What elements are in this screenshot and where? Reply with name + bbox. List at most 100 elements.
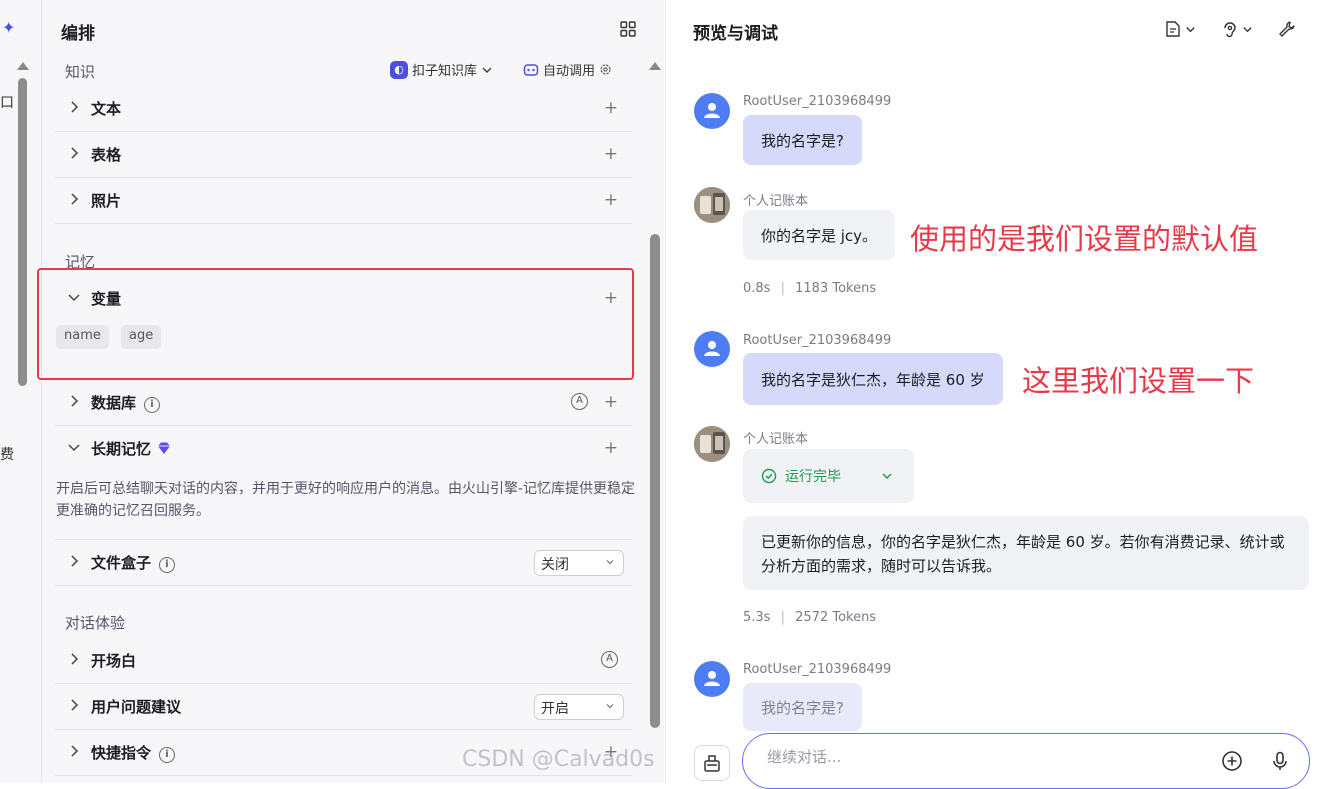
chevron-down-icon [1186,26,1195,32]
bot-avatar [694,187,730,223]
token-count: 2572 Tokens [795,610,877,625]
knowledge-item-label: 表格 [91,146,122,164]
bot-message-bubble: 已更新你的信息，你的名字是狄仁杰，年龄是 60 岁。若你有消费记录、统计或分析方… [743,516,1309,590]
dialog-suggestions[interactable]: 用户问题建议 开启 [55,684,632,730]
info-icon[interactable]: i [159,747,176,763]
kb-selector[interactable]: ◐ 扣子知识库 [390,60,493,79]
chevron-right-icon [71,555,79,567]
watermark: CSDN @Calvad0s [462,747,655,772]
response-time: 5.3s [743,610,771,625]
chevron-right-icon [71,101,79,113]
scrollbar-thumb[interactable] [650,234,660,728]
add-icon[interactable]: + [604,98,618,118]
chevron-right-icon [71,699,79,711]
knowledge-item-label: 文本 [91,100,122,118]
shortcuts-label: 快捷指令 [91,744,152,762]
bot-avatar [694,426,730,462]
chevron-down-icon [482,66,492,73]
user-icon [704,671,720,686]
chevron-right-icon [71,653,79,665]
layout-grid-icon[interactable] [620,21,636,37]
knowledge-item-table[interactable]: 表格 + [55,132,632,178]
nav-label-fragment[interactable]: 口 [0,92,14,112]
user-avatar [694,93,730,129]
auto-mode-icon[interactable]: A [601,651,618,668]
knowledge-item-photo[interactable]: 照片 + [55,178,632,224]
message-sender: RootUser_2103968499 [743,662,892,677]
suggestions-label: 用户问题建议 [91,698,182,716]
chat-input[interactable] [767,748,1167,766]
scroll-up-arrow[interactable] [17,62,29,70]
chevron-right-icon [71,147,79,159]
add-icon[interactable]: + [604,438,618,458]
filebox-value: 关闭 [541,557,569,573]
clear-context-button[interactable] [694,745,730,781]
opening-label: 开场白 [91,652,137,670]
robot-icon [523,63,539,76]
variables-highlight-box [37,268,634,380]
chevron-down-icon [606,560,614,565]
bot-avatar-image [694,426,730,462]
filebox-label: 文件盒子 [91,554,152,572]
auto-call-setting[interactable]: 自动调用 [523,60,612,79]
add-icon[interactable]: + [604,190,618,210]
hearing-icon [1224,22,1236,38]
memory-filebox[interactable]: 文件盒子 i 关闭 [55,540,632,586]
chevron-right-icon [71,745,79,757]
add-icon[interactable]: + [604,144,618,164]
memory-database[interactable]: 数据库 i A + [55,380,632,426]
knowledge-item-label: 照片 [91,192,122,210]
add-circle-icon[interactable] [1221,750,1243,772]
user-message-bubble: 我的名字是? [743,683,862,731]
run-status-panel[interactable]: 运行完毕 [743,449,914,503]
chevron-down-icon [68,444,80,452]
document-icon [1166,21,1180,37]
nav-label-fragment[interactable]: 费 [0,444,14,464]
section-dialog-label: 对话体验 [65,614,126,632]
dialog-opening[interactable]: 开场白 A [55,638,632,684]
chevron-right-icon [71,193,79,205]
memory-long-term[interactable]: 长期记忆 + [55,426,632,472]
bot-message-bubble: 你的名字是 jcy。 [743,210,896,260]
sparkle-icon[interactable]: ✦ [2,18,15,37]
suggestions-value: 开启 [541,701,569,717]
auto-mode-icon[interactable]: A [571,393,588,410]
bot-avatar-image [694,187,730,223]
chat-input-box[interactable] [742,733,1310,789]
diamond-icon [158,442,171,454]
filebox-select[interactable]: 关闭 [534,550,624,576]
debug-dropdown[interactable] [1221,19,1253,39]
wrench-icon [1279,21,1295,37]
chevron-down-icon [1243,26,1252,32]
chevron-down-icon [882,473,892,480]
scroll-up-arrow[interactable] [649,62,661,70]
auto-call-label: 自动调用 [543,64,596,79]
info-icon[interactable]: i [144,397,161,413]
nav-strip: ✦ 口 费 [0,0,42,783]
database-label: 数据库 [91,394,137,412]
message-sender: 个人记账本 [743,194,809,209]
info-icon[interactable]: i [159,557,176,573]
gear-icon[interactable] [599,63,612,76]
settings-tool[interactable] [1278,19,1296,39]
preview-panel: 预览与调试 RootUser_2103968499 我的名字是? 个人记账本 你… [665,0,1330,789]
add-icon[interactable]: + [604,392,618,412]
microphone-icon[interactable] [1269,750,1291,772]
section-knowledge-label: 知识 [65,63,96,81]
scrollbar-thumb[interactable] [18,78,27,386]
user-message-bubble: 我的名字是狄仁杰，年龄是 60 岁 [743,353,1003,405]
kb-logo-icon: ◐ [390,60,408,79]
annotation-text: 这里我们设置一下 [1022,364,1255,398]
token-count: 1183 Tokens [795,281,877,296]
suggestions-select[interactable]: 开启 [534,694,624,720]
doc-mode-dropdown[interactable] [1164,19,1196,39]
kb-selector-label: 扣子知识库 [412,64,478,79]
chevron-down-icon [606,704,614,709]
knowledge-item-text[interactable]: 文本 + [55,86,632,132]
user-message-bubble: 我的名字是? [743,115,862,165]
config-panel: 编排 知识 ◐ 扣子知识库 自动调用 文本 + 表格 + 照片 + 记忆 变量 … [42,0,664,783]
message-sender: RootUser_2103968499 [743,333,892,348]
chevron-right-icon [71,395,79,407]
preview-title: 预览与调试 [693,24,778,44]
broom-icon [704,755,720,772]
